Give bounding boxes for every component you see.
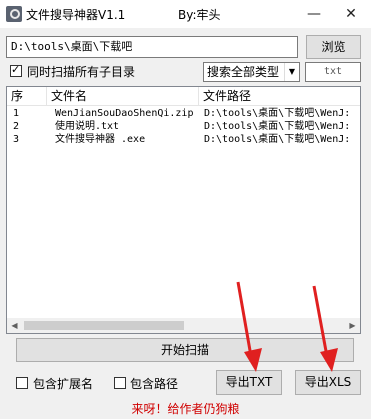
annotation-arrows — [236, 281, 338, 372]
annotation-arrow-xls — [312, 285, 330, 363]
annotation-arrow-txt — [236, 281, 254, 363]
annotation-arrowhead-txt — [244, 348, 262, 372]
annotation-arrowhead-xls — [320, 348, 338, 372]
